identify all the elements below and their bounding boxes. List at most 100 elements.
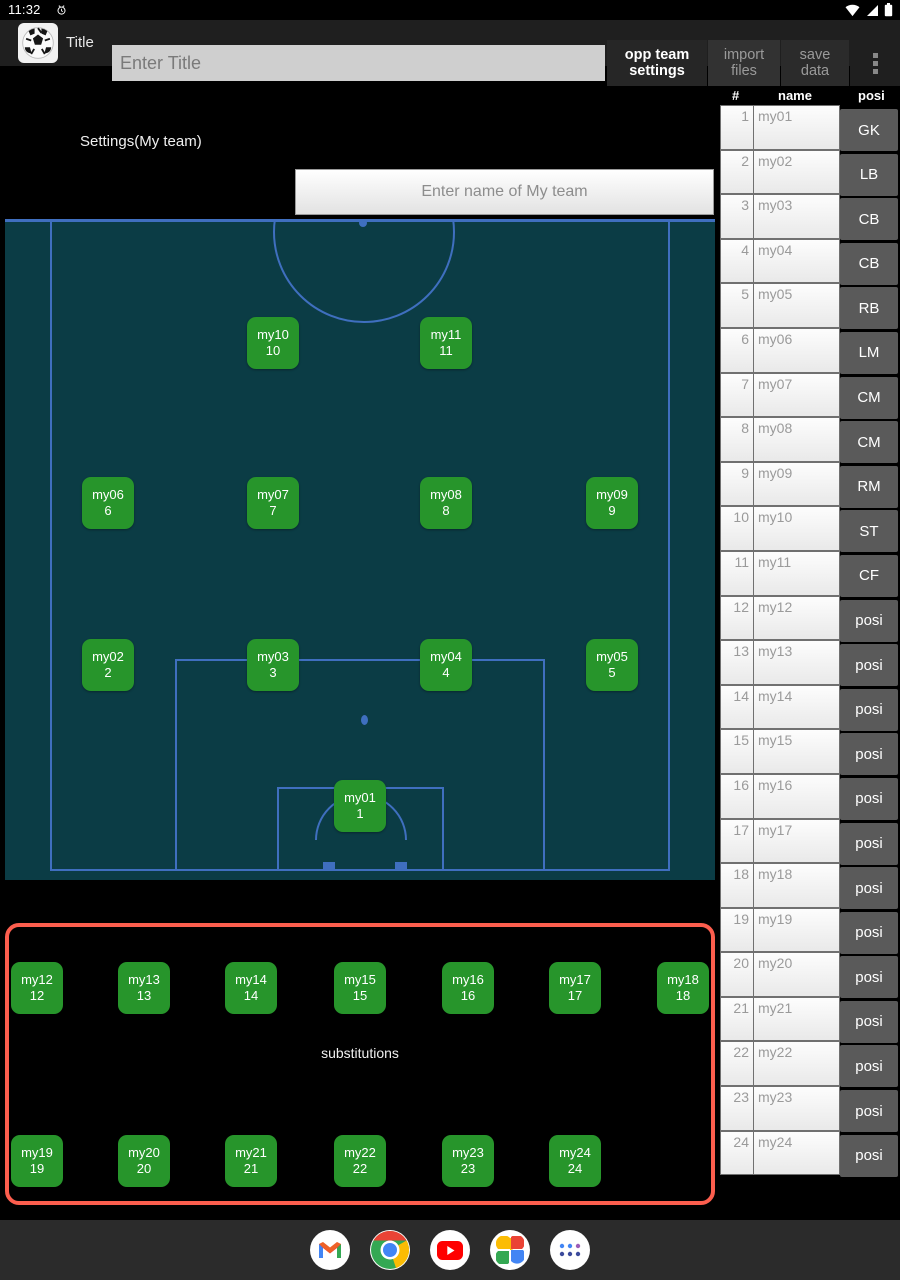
roster-row-position-button[interactable]: LM — [840, 331, 898, 374]
roster-row-name-input[interactable]: my21 — [754, 996, 840, 1042]
roster-row-position-button[interactable]: posi — [840, 688, 898, 731]
roster-table-row: 21 my21 posi — [718, 996, 900, 1043]
substitution-player-chip[interactable]: my12 12 — [11, 962, 63, 1014]
save-data-button[interactable]: save data — [781, 40, 849, 86]
roster-row-position-button[interactable]: CB — [840, 198, 898, 241]
roster-row-name-input[interactable]: my13 — [754, 640, 840, 685]
roster-row-position-button[interactable]: posi — [840, 644, 898, 687]
roster-row-position-button[interactable]: posi — [840, 1090, 898, 1133]
title-input[interactable] — [112, 45, 605, 81]
roster-row-position-button[interactable]: LB — [840, 153, 898, 196]
roster-row-name-input[interactable]: my18 — [754, 863, 840, 908]
roster-row-name-input[interactable]: my20 — [754, 952, 840, 997]
chrome-icon[interactable] — [370, 1230, 410, 1270]
roster-row-name-input[interactable]: my03 — [754, 194, 840, 239]
more-vertical-icon[interactable] — [850, 40, 900, 86]
opp-team-settings-button[interactable]: opp team settings — [607, 40, 707, 86]
app-drawer-icon[interactable] — [550, 1230, 590, 1270]
roster-row-name-input[interactable]: my15 — [754, 729, 840, 774]
roster-row-name-input[interactable]: my11 — [754, 550, 840, 596]
player-chip-number: 4 — [442, 665, 450, 680]
roster-row-position-button[interactable]: RB — [840, 287, 898, 330]
roster-table-row: 17 my17 posi — [718, 818, 900, 865]
pitch-player-chip[interactable]: my10 10 — [247, 317, 299, 369]
substitution-player-chip[interactable]: my24 24 — [549, 1135, 601, 1187]
roster-row-name-input[interactable]: my12 — [754, 595, 840, 641]
substitution-player-chip[interactable]: my18 18 — [657, 962, 709, 1014]
roster-row-position-button[interactable]: RM — [840, 465, 898, 508]
roster-row-name-input[interactable]: my04 — [754, 238, 840, 284]
roster-row-name-input[interactable]: my17 — [754, 818, 840, 864]
gmail-icon[interactable] — [310, 1230, 350, 1270]
youtube-icon[interactable] — [430, 1230, 470, 1270]
roster-row-name-input[interactable]: my06 — [754, 327, 840, 373]
player-chip-number: 3 — [269, 665, 277, 680]
roster-row-name-input[interactable]: my05 — [754, 283, 840, 328]
substitution-player-chip[interactable]: my20 20 — [118, 1135, 170, 1187]
roster-row-name-input[interactable]: my09 — [754, 461, 840, 507]
roster-row-number: 22 — [720, 1041, 754, 1087]
roster-row-position-button[interactable]: CM — [840, 421, 898, 464]
substitution-player-chip[interactable]: my22 22 — [334, 1135, 386, 1187]
player-chip-name: my15 — [344, 972, 376, 987]
player-chip-name: my05 — [596, 649, 628, 664]
substitution-player-chip[interactable]: my15 15 — [334, 962, 386, 1014]
roster-row-name-input[interactable]: my02 — [754, 149, 840, 195]
roster-row-position-button[interactable]: posi — [840, 1045, 898, 1088]
pitch-player-chip[interactable]: my11 11 — [420, 317, 472, 369]
substitution-player-chip[interactable]: my23 23 — [442, 1135, 494, 1187]
pitch-player-chip[interactable]: my02 2 — [82, 639, 134, 691]
pitch-player-chip[interactable]: my07 7 — [247, 477, 299, 529]
roster-row-number: 2 — [720, 149, 754, 195]
substitution-player-chip[interactable]: my19 19 — [11, 1135, 63, 1187]
substitution-player-chip[interactable]: my14 14 — [225, 962, 277, 1014]
substitution-player-chip[interactable]: my16 16 — [442, 962, 494, 1014]
roster-row-number: 14 — [720, 684, 754, 730]
player-chip-number: 20 — [136, 1161, 152, 1176]
import-files-button[interactable]: import files — [708, 40, 780, 86]
team-name-input[interactable] — [295, 169, 714, 215]
google-photos-icon[interactable] — [490, 1230, 530, 1270]
roster-row-position-button[interactable]: posi — [840, 956, 898, 999]
roster-row-position-button[interactable]: CF — [840, 554, 898, 597]
roster-row-position-button[interactable]: posi — [840, 911, 898, 954]
roster-row-name-input[interactable]: my01 — [754, 105, 840, 150]
roster-row-position-button[interactable]: posi — [840, 822, 898, 865]
pitch-player-chip[interactable]: my08 8 — [420, 477, 472, 529]
roster-table-row: 14 my14 posi — [718, 684, 900, 731]
substitution-player-chip[interactable]: my13 13 — [118, 962, 170, 1014]
player-chip-number: 23 — [460, 1161, 476, 1176]
roster-row-position-button[interactable]: posi — [840, 867, 898, 910]
roster-row-position-button[interactable]: CM — [840, 376, 898, 419]
roster-row-position-button[interactable]: GK — [840, 109, 898, 151]
pitch-player-chip[interactable]: my06 6 — [82, 477, 134, 529]
roster-row-name-input[interactable]: my16 — [754, 773, 840, 819]
roster-row-position-button[interactable]: posi — [840, 1000, 898, 1043]
roster-row-name-input[interactable]: my07 — [754, 372, 840, 418]
pitch-player-chip[interactable]: my03 3 — [247, 639, 299, 691]
player-chip-name: my19 — [21, 1145, 53, 1160]
substitution-player-chip[interactable]: my21 21 — [225, 1135, 277, 1187]
roster-row-position-button[interactable]: CB — [840, 242, 898, 285]
roster-row-name-input[interactable]: my23 — [754, 1086, 840, 1131]
roster-row-position-button[interactable]: posi — [840, 777, 898, 820]
roster-row-name-input[interactable]: my24 — [754, 1130, 840, 1176]
pitch-player-chip[interactable]: my09 9 — [586, 477, 638, 529]
substitution-player-chip[interactable]: my17 17 — [549, 962, 601, 1014]
roster-row-name-input[interactable]: my14 — [754, 684, 840, 730]
roster-row-position-button[interactable]: posi — [840, 599, 898, 642]
goalpost-left — [323, 862, 335, 871]
player-chip-number: 9 — [608, 503, 616, 518]
roster-row-name-input[interactable]: my10 — [754, 506, 840, 551]
roster-row-name-input[interactable]: my22 — [754, 1041, 840, 1087]
pitch-player-chip[interactable]: my05 5 — [586, 639, 638, 691]
roster-row-position-button[interactable]: posi — [840, 733, 898, 776]
roster-row-name-input[interactable]: my08 — [754, 417, 840, 462]
save-data-label-line1: save — [799, 47, 831, 63]
roster-row-name-input[interactable]: my19 — [754, 907, 840, 953]
pitch-player-chip[interactable]: my01 1 — [334, 780, 386, 832]
roster-row-number: 9 — [720, 461, 754, 507]
roster-row-position-button[interactable]: ST — [840, 510, 898, 553]
pitch-player-chip[interactable]: my04 4 — [420, 639, 472, 691]
roster-row-position-button[interactable]: posi — [840, 1134, 898, 1177]
